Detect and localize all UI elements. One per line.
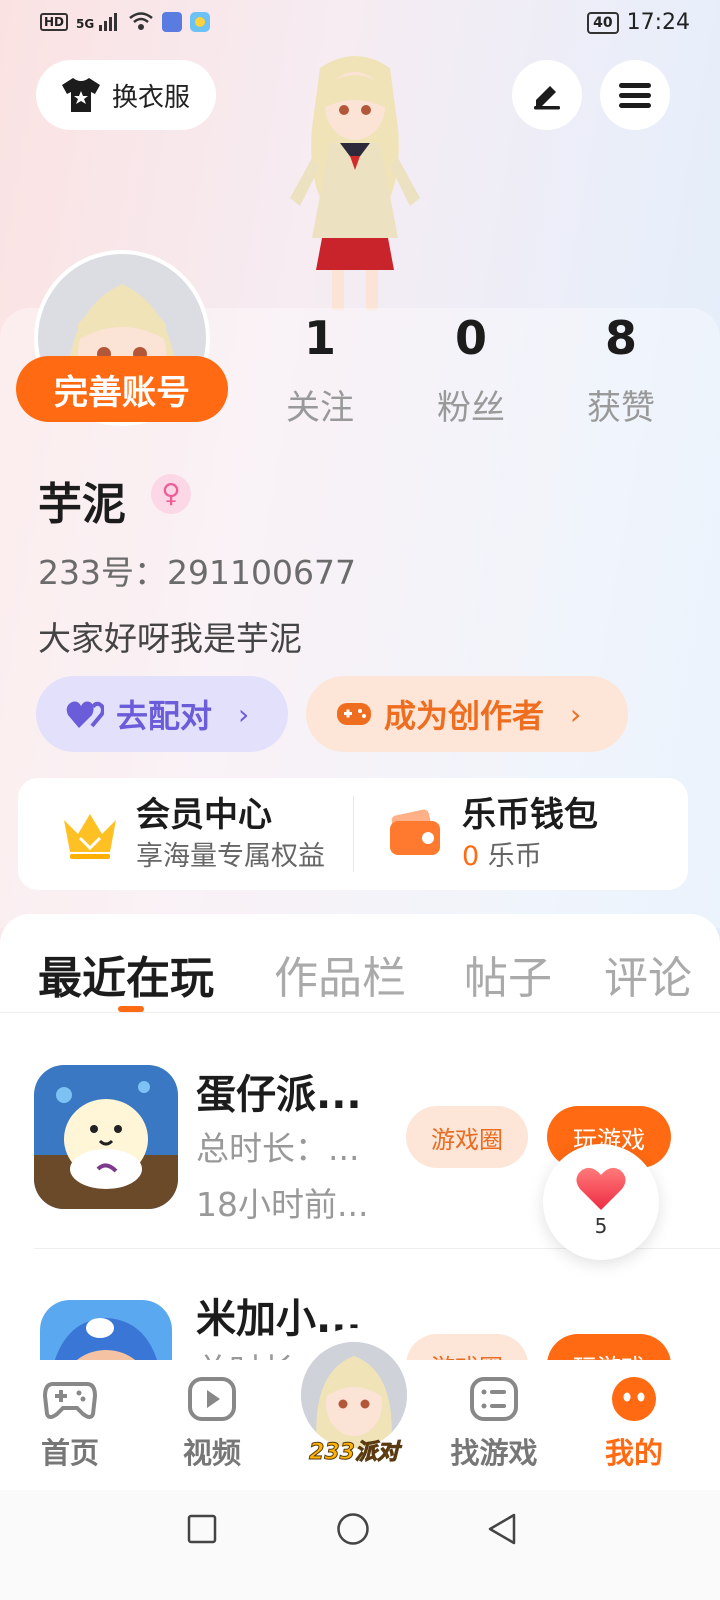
- followers-label: 粉丝: [437, 388, 505, 428]
- vip-center-entry[interactable]: 会员中心 享海量专属权益: [58, 778, 325, 890]
- chevron-right-icon: ›: [570, 697, 582, 731]
- following-label: 关注: [286, 388, 354, 428]
- likes-label: 获赞: [587, 388, 655, 428]
- like-count: 5: [594, 1214, 608, 1238]
- like-float-button[interactable]: 5: [543, 1144, 659, 1260]
- nav-find-games[interactable]: 找游戏: [444, 1376, 544, 1472]
- hd-badge: HD: [40, 13, 69, 31]
- following-stat[interactable]: 1 关注: [250, 310, 390, 429]
- hamburger-icon: [619, 83, 651, 108]
- become-creator-button[interactable]: 成为创作者 ›: [306, 676, 628, 752]
- wifi-icon: [129, 12, 154, 30]
- tab-works[interactable]: 作品栏: [274, 942, 406, 1006]
- pair-button[interactable]: 去配对 ›: [36, 676, 288, 752]
- game-duration: 总时长：...: [196, 1129, 360, 1168]
- gender-female-icon: ♀: [151, 474, 191, 514]
- pen-icon: [534, 86, 560, 110]
- weather-icon: [190, 12, 211, 32]
- change-outfit-label: 换衣服: [112, 82, 191, 113]
- vip-wallet-card: 会员中心 享海量专属权益 乐币钱包 0 乐币: [18, 778, 688, 890]
- nav-find-games-label: 找游戏: [450, 1436, 538, 1470]
- user-id[interactable]: 233号：291100677: [38, 546, 356, 594]
- become-creator-label: 成为创作者: [384, 697, 545, 735]
- wallet-icon: [390, 809, 440, 855]
- followers-stat[interactable]: 0 粉丝: [401, 310, 541, 429]
- wallet-entry[interactable]: 乐币钱包 0 乐币: [388, 778, 598, 890]
- nav-party-avatar[interactable]: [301, 1342, 407, 1448]
- back-triangle-icon[interactable]: [486, 1512, 518, 1546]
- complete-account-button[interactable]: 完善账号: [16, 356, 228, 422]
- game-last-played: 18小时前...: [196, 1185, 369, 1224]
- nav-home[interactable]: 首页: [20, 1376, 120, 1472]
- vip-center-title: 会员中心: [136, 795, 272, 835]
- tab-recently-played[interactable]: 最近在玩: [38, 942, 214, 1006]
- likes-stat[interactable]: 8 获赞: [551, 310, 691, 429]
- nav-me-label: 我的: [604, 1436, 663, 1470]
- network-type: 5G: [76, 17, 95, 31]
- nav-me[interactable]: 我的: [584, 1376, 684, 1472]
- game-name[interactable]: 蛋仔派...: [196, 1062, 362, 1120]
- game-icon-eggy-party[interactable]: [34, 1065, 178, 1209]
- nav-video-label: 视频: [182, 1436, 241, 1470]
- profile-icon: [612, 1377, 656, 1421]
- edit-button[interactable]: [512, 60, 582, 130]
- coin-count: 0: [462, 841, 480, 872]
- change-outfit-button[interactable]: 换衣服: [36, 60, 216, 130]
- crown-icon: [64, 814, 116, 859]
- nav-home-label: 首页: [40, 1436, 99, 1470]
- system-nav-bar: [0, 1490, 720, 1600]
- gamepad-icon: [43, 1382, 97, 1419]
- play-game-button[interactable]: 玩游戏: [547, 1334, 671, 1360]
- chevron-right-icon: ›: [238, 697, 250, 731]
- likes-count: 8: [604, 311, 637, 365]
- divider: [353, 796, 354, 872]
- pair-label: 去配对: [116, 697, 213, 735]
- gamepad-icon: [337, 703, 371, 725]
- followers-count: 0: [454, 311, 487, 365]
- content-panel: 最近在玩 作品栏 帖子 评论 蛋仔派... 总时长：... 18小时前... 游…: [0, 914, 720, 1360]
- heart-pair-icon: [66, 701, 104, 728]
- nav-party-label[interactable]: 233派对: [304, 1434, 404, 1466]
- following-count: 1: [303, 311, 336, 365]
- coin-unit: 乐币: [487, 841, 542, 872]
- heart-icon: [576, 1167, 626, 1210]
- wallet-title: 乐币钱包: [462, 795, 598, 835]
- game-circle-button[interactable]: 游戏圈: [406, 1106, 528, 1168]
- tab-posts[interactable]: 帖子: [464, 942, 552, 1006]
- status-bar: HD 5G 40 17:24: [0, 0, 720, 48]
- home-circle-icon[interactable]: [336, 1512, 370, 1546]
- avatar-3d-figure[interactable]: [270, 48, 440, 310]
- nav-video[interactable]: 视频: [162, 1376, 262, 1472]
- vip-center-subtitle: 享海量专属权益: [136, 841, 325, 872]
- bio: 大家好呀我是芋泥: [38, 619, 302, 658]
- video-icon: [188, 1377, 236, 1421]
- nickname: 芋泥: [38, 479, 126, 530]
- recents-square-icon[interactable]: [187, 1514, 217, 1544]
- tshirt-icon: [62, 78, 100, 112]
- game-circle-button[interactable]: 游戏圈: [406, 1334, 528, 1360]
- signal-icon: 5G: [76, 13, 120, 31]
- tab-divider: [0, 1012, 720, 1013]
- clock: 17:24: [626, 10, 690, 35]
- game-icon-miga-town[interactable]: [40, 1300, 172, 1360]
- list-icon: [470, 1377, 518, 1421]
- tab-comments[interactable]: 评论: [604, 942, 692, 1006]
- battery-icon: 40: [587, 11, 619, 34]
- menu-button[interactable]: [600, 60, 670, 130]
- app-notification-icon: [162, 12, 183, 32]
